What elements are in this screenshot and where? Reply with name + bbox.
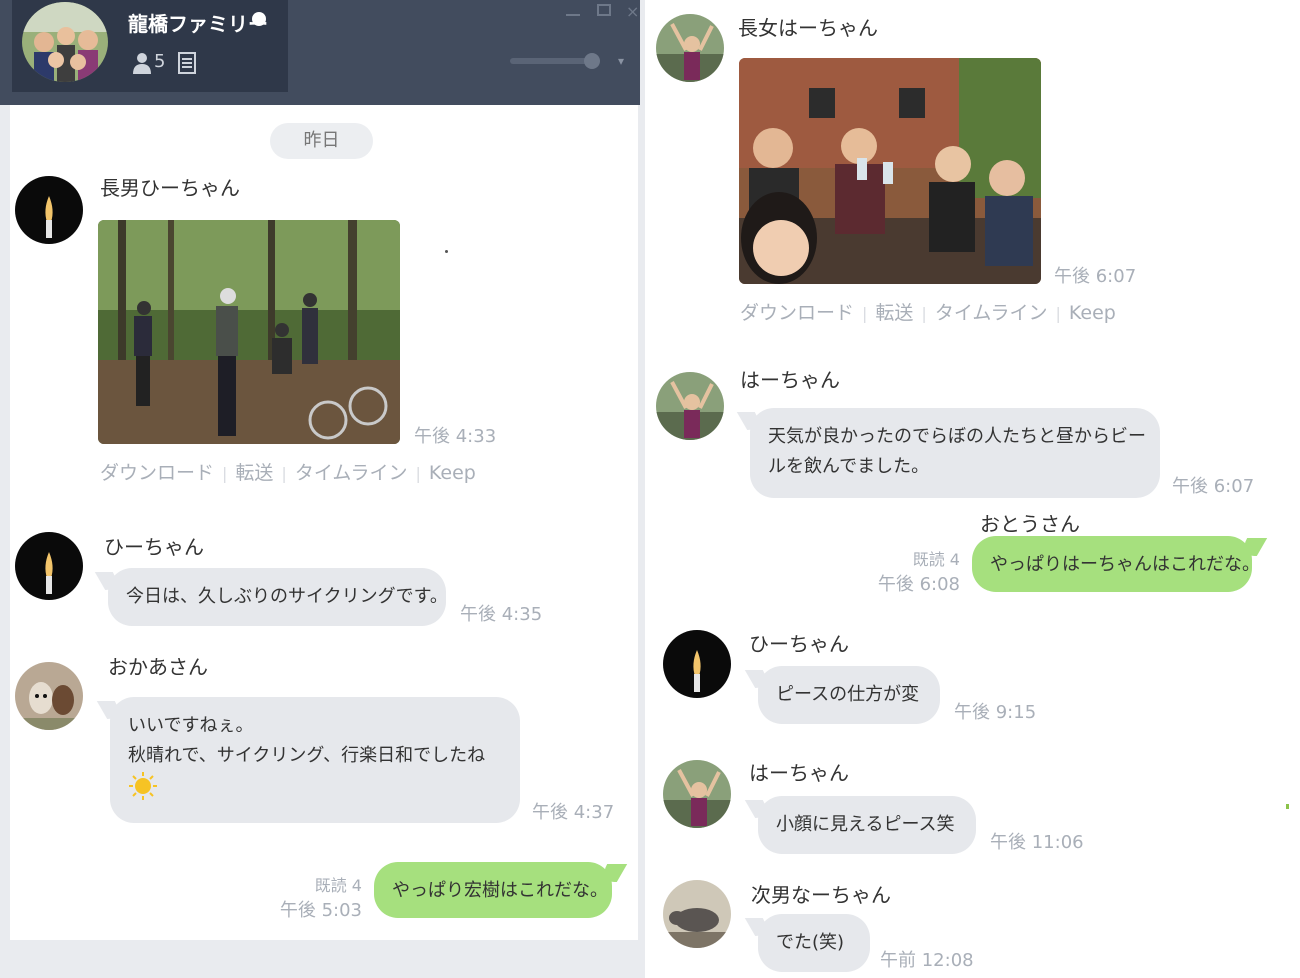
- group-title: 龍橋ファミリー: [128, 12, 268, 36]
- message-time: 午後 4:37: [532, 802, 615, 823]
- avatar-hi-chan[interactable]: [663, 630, 731, 698]
- member-count[interactable]: 5: [154, 51, 165, 72]
- avatar-hi-chan[interactable]: [15, 532, 83, 600]
- dot-marker: [1286, 804, 1289, 809]
- avatar-naa-chan[interactable]: [663, 880, 731, 948]
- separator: |: [862, 304, 868, 323]
- chat-window-right: 長女はーちゃん 午後 6:07 ダウンロード | 転送 | タイムライン | Keep はー…: [652, 0, 1300, 978]
- message-bubble[interactable]: いいですねぇ。 秋晴れで、サイクリング、行楽日和でしたね: [110, 697, 520, 823]
- close-icon[interactable]: ×: [626, 2, 639, 21]
- message-line: 天気が良かったのでらぼの人たちと昼からビー: [768, 426, 1146, 447]
- minimize-icon[interactable]: [566, 14, 580, 16]
- message-time: 午後 6:08: [877, 574, 960, 595]
- my-message-bubble[interactable]: やっぱりはーちゃんはこれだな。: [972, 536, 1260, 592]
- separator: |: [921, 304, 927, 323]
- message-time: 午後 4:35: [460, 604, 543, 625]
- message-time: 午後 5:03: [279, 900, 362, 921]
- avatar-ha-chan[interactable]: [663, 760, 731, 828]
- download-link[interactable]: ダウンロード: [740, 302, 854, 324]
- message-time: 午後 4:33: [414, 426, 497, 447]
- message-time: 午後 11:06: [990, 832, 1084, 853]
- separator: |: [1055, 304, 1061, 323]
- members-icon[interactable]: [132, 52, 152, 78]
- message-time: 午後 6:07: [1054, 266, 1137, 287]
- message-bubble[interactable]: でた(笑): [758, 914, 870, 972]
- sender-name: 長女はーちゃん: [738, 16, 878, 40]
- date-separator: 昨日: [270, 123, 373, 159]
- download-link[interactable]: ダウンロード: [100, 462, 214, 484]
- avatar-okaasan[interactable]: [15, 662, 83, 730]
- separator: |: [415, 464, 421, 483]
- read-receipt: 既読 4: [912, 550, 960, 569]
- dot-marker: [445, 250, 448, 253]
- menu-chevron-icon[interactable]: ▾: [618, 54, 624, 68]
- message-line: ルを飲んでました。: [768, 456, 930, 477]
- message-bubble[interactable]: 今日は、久しぶりのサイクリングです。: [108, 568, 448, 626]
- message-bubble[interactable]: 小顔に見えるピース笑: [758, 796, 976, 854]
- message-line: 秋晴れで、サイクリング、行楽日和でしたね: [128, 745, 486, 766]
- forward-link[interactable]: 転送: [235, 462, 273, 484]
- my-message-bubble[interactable]: やっぱり宏樹はこれだな。: [374, 862, 612, 918]
- slider-handle[interactable]: [584, 53, 600, 69]
- avatar-hi-chan[interactable]: [15, 176, 83, 244]
- maximize-icon[interactable]: [597, 4, 611, 16]
- image-actions: ダウンロード | 転送 | タイムライン | Keep: [740, 298, 1116, 325]
- group-avatar[interactable]: [22, 2, 108, 82]
- forward-link[interactable]: 転送: [875, 302, 913, 324]
- group-info[interactable]: 龍橋ファミリー 5: [12, 0, 288, 92]
- message-line: いいですねぇ。: [128, 715, 254, 736]
- read-receipt: 既読 4: [314, 876, 362, 895]
- avatar-ha-chan[interactable]: [656, 14, 724, 82]
- chat-window-left: 龍橋ファミリー 5 × ▾ 昨日 長男ひーちゃん 午後 4:33 ダウンロード …: [0, 0, 645, 978]
- sun-icon: [128, 771, 158, 801]
- message-time: 午前 12:08: [880, 950, 974, 971]
- sender-name: はーちゃん: [749, 761, 849, 785]
- sender-name: 長男ひーちゃん: [100, 176, 240, 200]
- keep-link[interactable]: Keep: [429, 462, 476, 484]
- sender-name: はーちゃん: [740, 368, 840, 392]
- sender-name: ひーちゃん: [749, 632, 849, 656]
- zoom-slider[interactable]: [510, 53, 600, 69]
- notes-icon[interactable]: [178, 52, 196, 78]
- message-time: 午後 9:15: [954, 702, 1037, 723]
- avatar-ha-chan[interactable]: [656, 372, 724, 440]
- separator: |: [222, 464, 228, 483]
- separator: |: [281, 464, 287, 483]
- timeline-link[interactable]: タイムライン: [295, 462, 408, 484]
- message-bubble[interactable]: ピースの仕方が変: [758, 666, 940, 724]
- sender-name: ひーちゃん: [104, 535, 204, 559]
- timeline-link[interactable]: タイムライン: [935, 302, 1048, 324]
- smile-icon: [252, 12, 266, 26]
- photo-beer-party[interactable]: [739, 58, 1041, 284]
- sender-name: おかあさん: [108, 655, 208, 679]
- image-actions: ダウンロード | 転送 | タイムライン | Keep: [100, 458, 476, 485]
- message-time: 午後 6:07: [1172, 476, 1255, 497]
- photo-cycling[interactable]: [98, 220, 400, 444]
- keep-link[interactable]: Keep: [1069, 302, 1116, 324]
- sender-name: おとうさん: [980, 512, 1080, 536]
- chat-header: 龍橋ファミリー 5 × ▾: [0, 0, 640, 105]
- sender-name: 次男なーちゃん: [751, 883, 891, 907]
- message-bubble[interactable]: 天気が良かったのでらぼの人たちと昼からビー ルを飲んでました。: [750, 408, 1160, 498]
